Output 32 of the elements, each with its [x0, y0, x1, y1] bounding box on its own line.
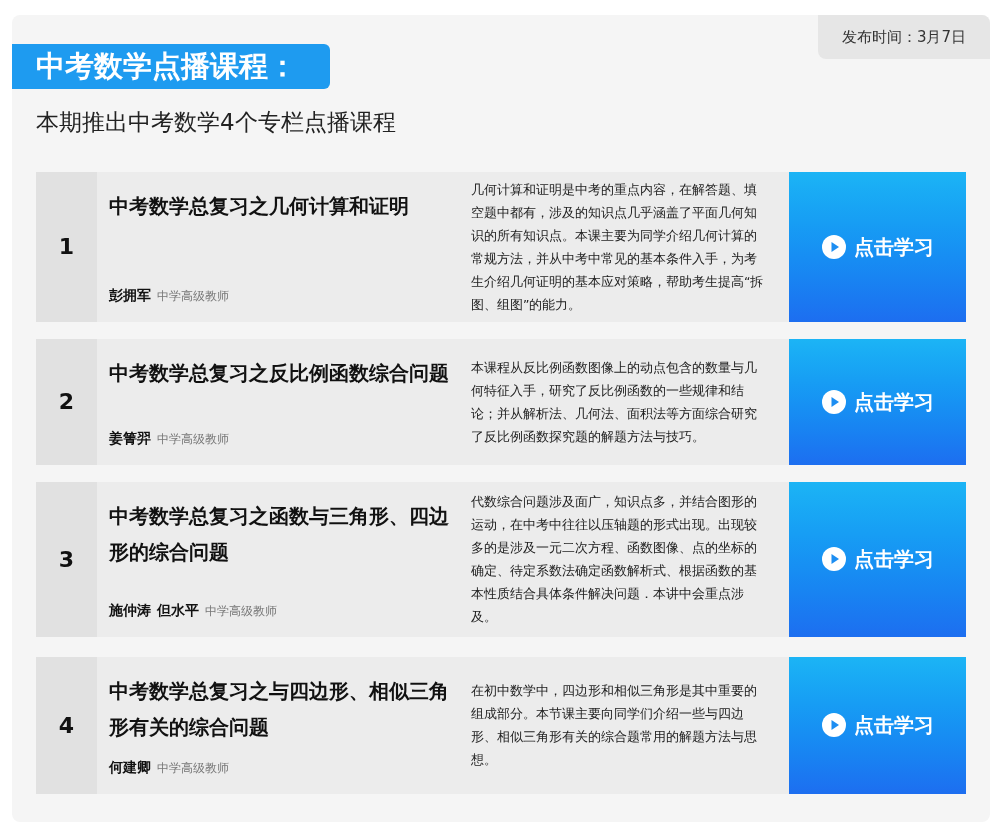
teacher-rank: 中学高级教师 — [157, 759, 229, 777]
course-description: 本课程从反比例函数图像上的动点包含的数量与几何特征入手，研究了反比例函数的一些规律和结论；并从解析法、几何法、面积法等方面综合研究了反比例函数探究题的解题方法与技巧。 — [471, 358, 758, 446]
course-number: 3 — [36, 481, 97, 637]
play-icon — [821, 547, 846, 571]
course-title: 中考数学总复习之反比例函数综合问题 — [109, 359, 449, 387]
play-icon — [821, 389, 846, 414]
course-number: 2 — [36, 338, 97, 465]
course-title: 中考数学总复习之函数与三角形、四边形的综合问题 — [109, 502, 449, 566]
heading-banner: 中考数学点播课程： — [12, 44, 330, 89]
study-button[interactable]: 点击学习 — [789, 338, 966, 465]
study-button[interactable]: 点击学习 — [789, 481, 966, 637]
publish-time: 发布时间：3月7日 — [818, 15, 990, 59]
course-description: 代数综合问题涉及面广，知识点多，并结合图形的运动，在中考中往往以压轴题的形式出现。出现较多的是涉及一元二次方程、函数图像、点的坐标的确定、待定系数法确定函数解析式、根据函数的基本性质结合具体条件解决问题．本讲中会重点涉及。 — [471, 493, 758, 626]
teacher-name: 但水平 — [157, 600, 199, 620]
course-description: 几何计算和证明是中考的重点内容，在解答题、填空题中都有，涉及的知识点几乎涵盖了平面几何知识的所有知识点。本课主要为同学介绍几何计算的常规方法，并从中考中常见的基本条件入手，为考生介绍几何证明的基本应对策略，帮助考生提高“拆图、组图”的能力。 — [471, 180, 765, 314]
teacher-rank: 中学高级教师 — [157, 287, 229, 305]
teacher-rank: 中学高级教师 — [205, 602, 277, 620]
play-icon — [821, 713, 846, 737]
course-description: 在初中数学中，四边形和相似三角形是其中重要的组成部分。本节课主要向同学们介绍一些与四边形、相似三角形有关的综合题常用的解题方法与思想。 — [471, 682, 758, 769]
course-number: 1 — [36, 171, 97, 322]
play-icon — [821, 234, 846, 259]
course-number: 4 — [36, 656, 97, 794]
teacher-rank: 中学高级教师 — [157, 430, 229, 448]
course-title: 中考数学总复习之与四边形、相似三角形有关的综合问题 — [109, 677, 449, 741]
teacher-name: 何建卿 — [109, 757, 151, 777]
teacher-name: 姜箐羿 — [109, 428, 151, 448]
teacher-name: 施仲涛 — [109, 600, 151, 620]
study-button[interactable]: 点击学习 — [789, 171, 966, 322]
teacher-name: 彭拥军 — [109, 285, 151, 305]
study-button[interactable]: 点击学习 — [789, 656, 966, 794]
course-title: 中考数学总复习之几何计算和证明 — [109, 192, 410, 220]
subtitle: 本期推出中考数学4个专栏点播课程 — [36, 108, 397, 137]
